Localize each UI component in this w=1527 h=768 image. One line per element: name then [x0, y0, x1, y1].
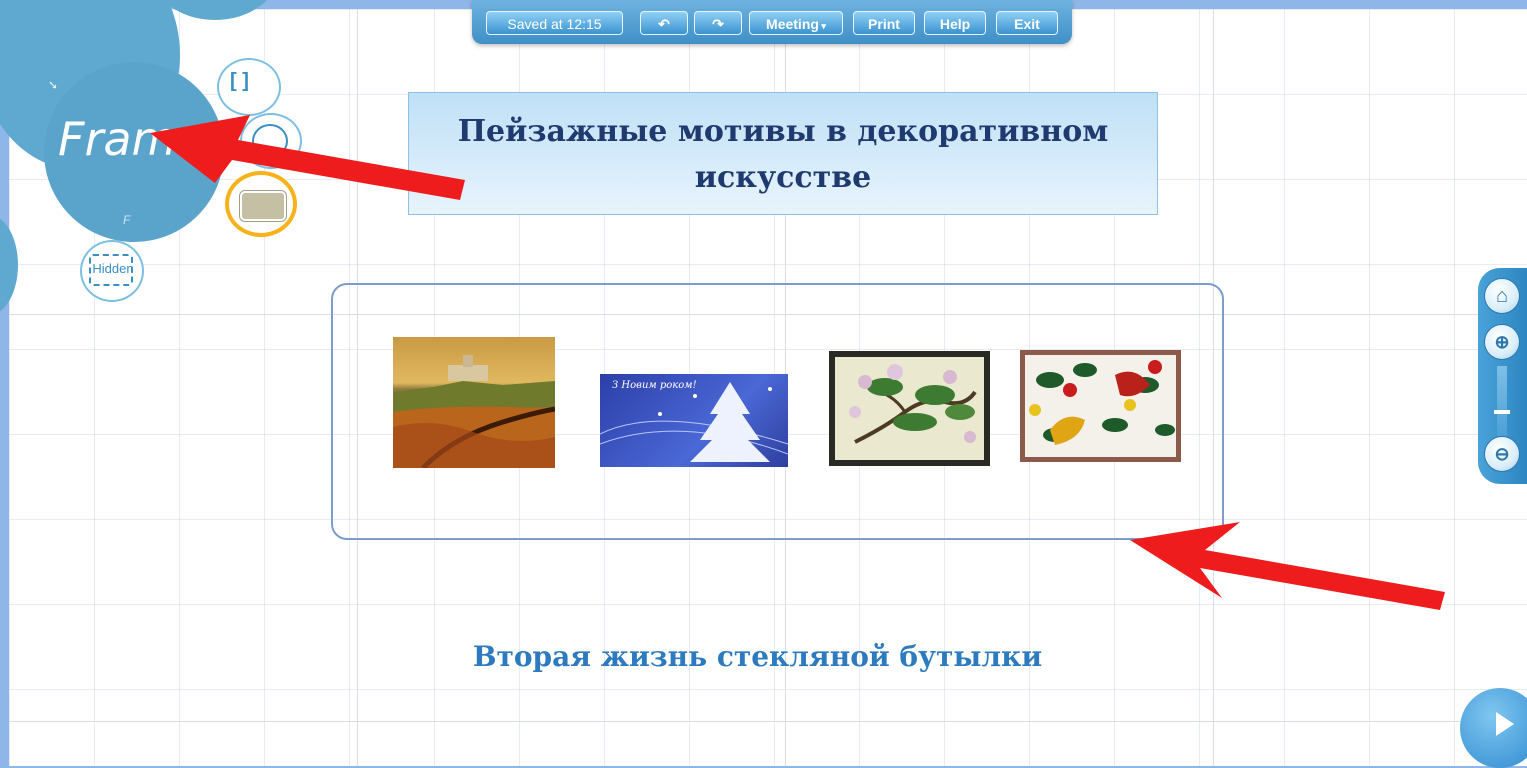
print-button[interactable]: Print — [853, 11, 915, 35]
zoom-out-button[interactable]: ⊖ — [1484, 436, 1520, 472]
exit-button[interactable]: Exit — [996, 11, 1058, 35]
redo-button[interactable]: ↷ — [694, 11, 742, 35]
christmas-tree-svg — [600, 382, 788, 462]
meeting-label: Meeting — [766, 16, 819, 32]
chevron-down-icon: ▾ — [818, 21, 826, 31]
circle-icon — [252, 124, 288, 158]
help-button[interactable]: Help — [924, 11, 986, 35]
slide-title-line1: Пейзажные мотивы в декоративном — [457, 114, 1109, 149]
rectangle-icon — [240, 191, 286, 221]
f-label: F — [123, 213, 131, 227]
branch-svg — [849, 364, 977, 444]
landscape-painting-svg — [393, 355, 555, 468]
zoom-in-icon: ⊕ — [1494, 332, 1510, 352]
zoom-slider-handle[interactable] — [1494, 410, 1510, 414]
bracket-label: [ ] — [230, 70, 249, 92]
slide-subtitle[interactable]: Вторая жизнь стекляной бутылки — [330, 640, 1185, 673]
landscape-painting-image[interactable] — [393, 337, 555, 468]
home-button[interactable]: ⌂ — [1484, 278, 1520, 314]
grid-line — [9, 721, 1527, 722]
home-icon: ⌂ — [1495, 285, 1509, 307]
saved-status-button[interactable]: Saved at 12:15 — [486, 11, 623, 35]
hidden-label: Hidden — [92, 261, 134, 276]
bracket-frame-button[interactable] — [217, 58, 281, 116]
slide-title-line2: искусстве — [694, 160, 872, 195]
zoom-out-icon: ⊖ — [1494, 444, 1510, 464]
cursor-icon: ➘ — [48, 78, 59, 92]
meeting-button[interactable]: Meeting ▾ — [749, 11, 843, 35]
birds-svg — [1029, 360, 1175, 445]
frame-label: Frame — [58, 112, 205, 166]
stained-glass-birds-image[interactable] — [1020, 350, 1181, 462]
zoom-slider[interactable] — [1497, 366, 1507, 436]
zoom-in-button[interactable]: ⊕ — [1484, 324, 1520, 360]
new-year-card-image[interactable]: З Новим роком! — [600, 374, 788, 467]
slide-title-box[interactable]: Пейзажные мотивы в декоративном искусств… — [408, 92, 1158, 215]
undo-button[interactable]: ↶ — [640, 11, 688, 35]
branch-artwork-image[interactable] — [829, 351, 990, 466]
play-icon — [1496, 712, 1514, 736]
top-toolbar: Saved at 12:15 ↶ ↷ Meeting ▾ Print Help … — [472, 0, 1072, 44]
